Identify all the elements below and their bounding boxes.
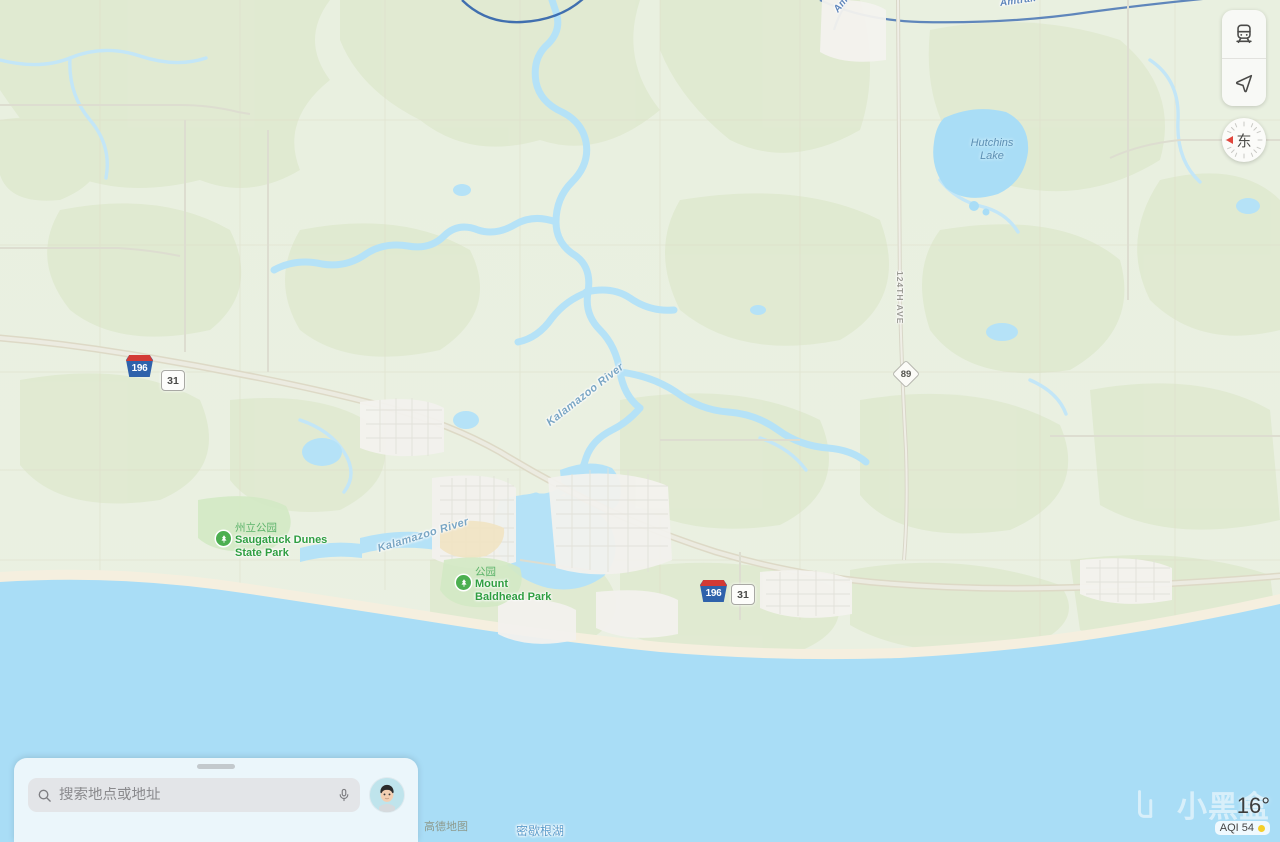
poi-label-cn: 公园 xyxy=(475,566,496,578)
shield-number: 31 xyxy=(737,588,749,601)
microphone-icon[interactable] xyxy=(337,786,351,804)
avatar[interactable] xyxy=(370,778,404,812)
park-icon xyxy=(456,575,471,590)
compass-direction-label: 东 xyxy=(1236,132,1252,150)
shield-interstate-196-west[interactable]: 196 xyxy=(126,355,153,377)
poi-label-en-line1: Mount xyxy=(475,578,508,590)
transit-button[interactable] xyxy=(1222,10,1266,58)
search-icon xyxy=(37,788,52,803)
train-icon xyxy=(1236,24,1252,44)
panel-drag-handle[interactable] xyxy=(197,764,235,769)
weather-widget[interactable]: 16° AQI 54 xyxy=(1214,793,1270,836)
shield-number: 31 xyxy=(167,374,179,387)
search-input-container[interactable] xyxy=(28,778,360,812)
poi-saugatuck-dunes-state-park[interactable]: 州立公园 Saugatuck Dunes State Park xyxy=(216,522,327,559)
aqi-status-dot-icon xyxy=(1258,824,1265,832)
temperature-value: 16° xyxy=(1236,793,1270,818)
map-canvas[interactable]: 州立公园 Saugatuck Dunes State Park 公园 Mount… xyxy=(0,0,1280,842)
poi-label-en-line2: Baldhead Park xyxy=(475,590,552,603)
shield-number: 196 xyxy=(131,362,148,374)
park-icon xyxy=(216,531,231,546)
compass-button[interactable]: 东 xyxy=(1222,118,1266,162)
search-row xyxy=(28,778,404,812)
navigation-arrow-icon xyxy=(1235,74,1253,92)
poi-label-en-line1: Saugatuck Dunes xyxy=(235,534,328,546)
search-panel[interactable] xyxy=(14,758,418,842)
map-control-group xyxy=(1222,10,1266,106)
poi-mount-baldhead-park[interactable]: 公园 Mount Baldhead Park xyxy=(456,566,551,603)
search-input[interactable] xyxy=(59,787,330,803)
memoji-avatar-icon xyxy=(370,778,404,812)
poi-label-en-line2: State Park xyxy=(235,546,289,559)
shield-interstate-196-east[interactable]: 196 xyxy=(700,580,727,602)
shield-us-31-west[interactable]: 31 xyxy=(161,370,185,391)
aqi-label: AQI 54 xyxy=(1219,822,1254,834)
aqi-badge: AQI 54 xyxy=(1214,821,1270,835)
map-vector-layer xyxy=(0,0,1280,842)
shield-us-31-east[interactable]: 31 xyxy=(731,584,755,605)
shield-number: 89 xyxy=(900,368,912,380)
poi-label-cn: 州立公园 xyxy=(235,522,277,534)
locate-button[interactable] xyxy=(1222,58,1266,106)
shield-number: 196 xyxy=(705,587,722,599)
map-attribution: 高德地图 xyxy=(424,821,468,833)
shield-state-89[interactable]: 89 xyxy=(891,359,921,389)
map-controls: 东 xyxy=(1222,10,1266,162)
